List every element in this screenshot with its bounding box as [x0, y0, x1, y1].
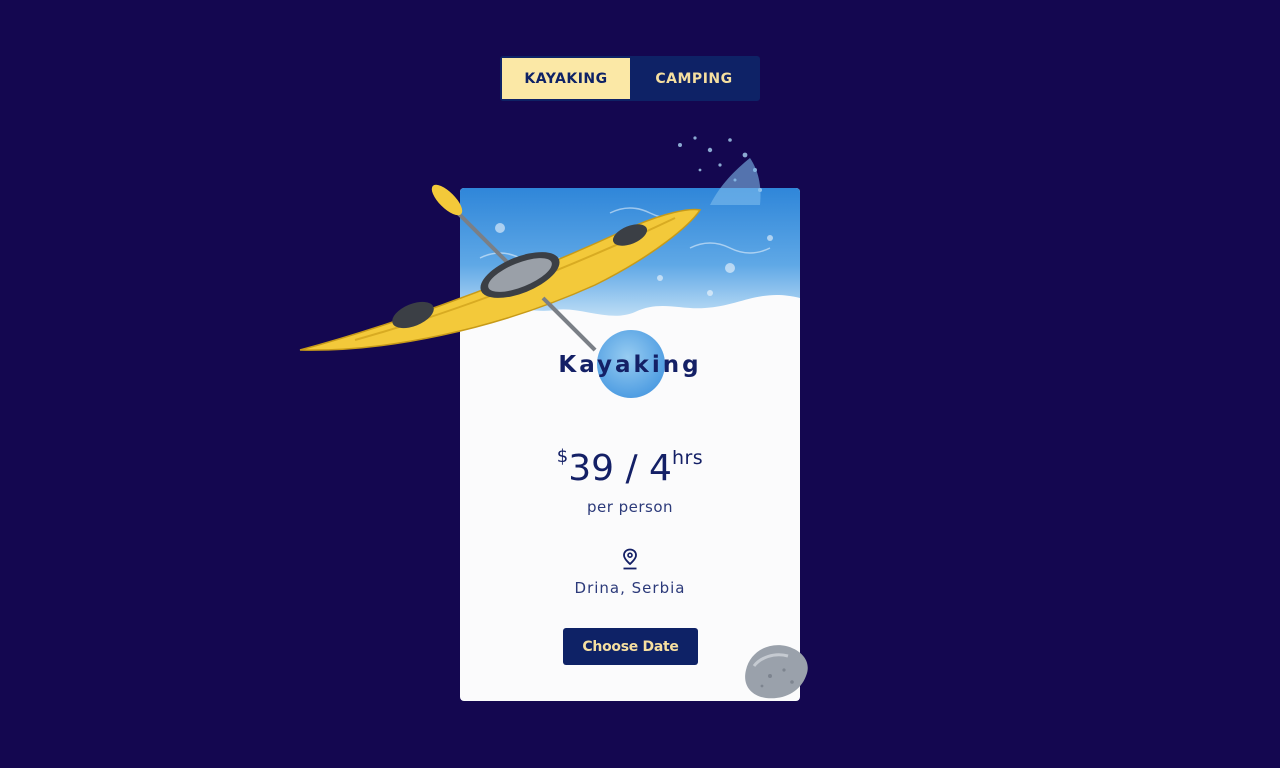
map-pin-icon	[623, 548, 637, 570]
price-amount: 39 / 4	[568, 448, 672, 489]
stage: KAYAKING CAMPING Kayaking $39 / 4hrs per…	[0, 0, 1280, 768]
location-text: Drina, Serbia	[574, 579, 686, 597]
tab-camping[interactable]: CAMPING	[630, 58, 758, 99]
price-currency: $	[556, 446, 569, 467]
choose-date-button[interactable]: Choose Date	[563, 628, 698, 665]
rock-illustration	[745, 645, 808, 699]
tab-kayaking[interactable]: KAYAKING	[502, 58, 630, 99]
activity-tabs: KAYAKING CAMPING	[500, 56, 760, 101]
price-unit: hrs	[671, 447, 704, 469]
price: $39 / 4hrs	[460, 446, 800, 489]
price-note: per person	[586, 498, 674, 516]
kayak-illustration	[299, 184, 702, 352]
